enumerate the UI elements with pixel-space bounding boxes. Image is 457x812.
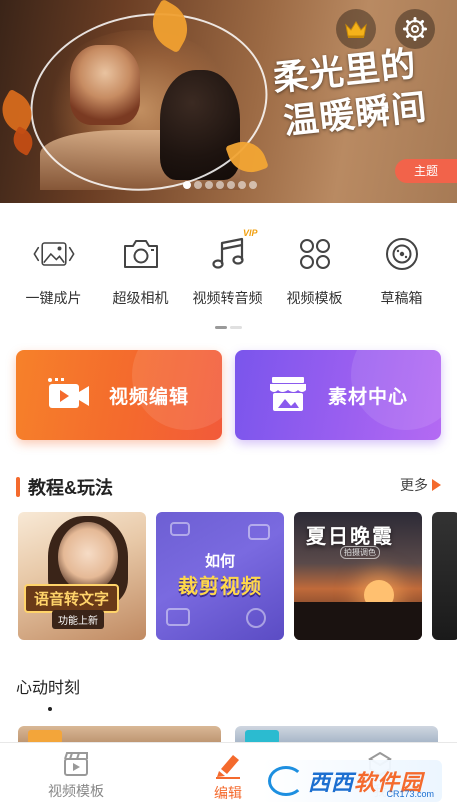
crown-icon <box>345 21 367 38</box>
clapperboard-icon <box>64 752 88 776</box>
app-screen: 柔光里的 温暖瞬间 主题 一键成片 超级相机 VIP 视频转音频 视频模板 草稿… <box>0 0 457 812</box>
tool-label: 一键成片 <box>25 290 82 306</box>
watermark-brand-a: 西西 <box>308 770 355 795</box>
vip-badge: VIP <box>242 228 258 238</box>
tutorials-title: 教程&玩法 <box>28 478 113 498</box>
tutorial-carousel[interactable]: 语音转文字 功能上新 如何 裁剪视频 夏日晚霞 拍摄调色 <box>18 512 457 640</box>
store-icon <box>265 372 311 418</box>
tutorial-tile-crop-video[interactable]: 如何 裁剪视频 <box>156 512 284 640</box>
doodle-decoration <box>170 522 190 536</box>
tool-label: 草稿箱 <box>380 290 423 306</box>
tutorial-tile-summer-sunset[interactable]: 夏日晚霞 拍摄调色 <box>294 512 422 640</box>
tools-pager-dot <box>215 326 227 329</box>
tool-label: 视频转音频 <box>192 290 263 306</box>
tool-label: 超级相机 <box>112 290 169 306</box>
moments-title: 心动时刻 <box>16 680 81 697</box>
tile-subtitle: 拍摄调色 <box>340 546 380 559</box>
banner-pagination <box>183 181 257 189</box>
play-arrow-icon <box>432 479 441 491</box>
material-center-card[interactable]: 素材中心 <box>235 350 441 440</box>
one-click-film-icon <box>32 232 76 276</box>
nav-video-template[interactable]: 视频模板 <box>0 743 152 812</box>
banner-dot[interactable] <box>249 181 257 189</box>
card-decoration <box>132 350 222 430</box>
quick-tools-row: 一键成片 超级相机 VIP 视频转音频 视频模板 草稿箱 <box>0 228 457 322</box>
nav-label: 编辑 <box>214 785 242 801</box>
tools-pager-dot <box>230 326 242 329</box>
video-camera-icon <box>46 372 92 418</box>
vip-crown-button[interactable] <box>336 9 376 49</box>
camera-icon <box>119 232 163 276</box>
moments-indicator <box>48 707 52 711</box>
watermark-url: CR173.com <box>386 789 434 799</box>
gear-icon <box>403 17 427 41</box>
tutorial-tile-speech-to-text[interactable]: 语音转文字 功能上新 <box>18 512 146 640</box>
tool-super-camera[interactable]: 超级相机 <box>97 232 184 322</box>
site-watermark: 西西软件园 CR173.com <box>262 760 442 802</box>
tool-video-to-audio[interactable]: VIP 视频转音频 <box>184 228 271 322</box>
banner-dot[interactable] <box>205 181 213 189</box>
banner-dot[interactable] <box>194 181 202 189</box>
nav-label: 视频模板 <box>48 783 104 799</box>
tile-title-line2: 裁剪视频 <box>178 576 262 598</box>
doodle-decoration <box>166 608 190 626</box>
tile-title: 语音转文字 <box>24 584 120 613</box>
music-note-icon: VIP <box>206 228 258 276</box>
tools-pager <box>215 326 242 329</box>
tool-label: 视频模板 <box>286 290 343 306</box>
tutorials-header: 教程&玩法 更多 <box>16 474 441 500</box>
edit-pen-icon <box>216 755 240 779</box>
tile-title-line1: 如何 <box>204 553 235 570</box>
banner-dot[interactable] <box>227 181 235 189</box>
banner-dot[interactable] <box>238 181 246 189</box>
settings-button[interactable] <box>395 9 435 49</box>
banner-title: 柔光里的 温暖瞬间 <box>271 39 457 145</box>
tile-photo-ground <box>294 602 422 640</box>
video-edit-card[interactable]: 视频编辑 <box>16 350 222 440</box>
theme-tag-button[interactable]: 主题 <box>395 159 457 183</box>
more-button[interactable]: 更多 <box>400 475 441 495</box>
hero-banner[interactable]: 柔光里的 温暖瞬间 主题 <box>0 0 457 203</box>
tutorial-tile-partial[interactable] <box>432 512 457 640</box>
tile-title: 夏日晚霞 <box>306 526 394 548</box>
section-accent-bar <box>16 477 20 497</box>
card-decoration <box>351 350 441 430</box>
banner-dot[interactable] <box>183 181 191 189</box>
draft-disc-icon <box>380 232 424 276</box>
tile-photo-face <box>58 522 118 592</box>
doodle-decoration <box>246 608 266 628</box>
tool-video-template[interactable]: 视频模板 <box>271 232 358 322</box>
tile-subtitle: 功能上新 <box>52 610 104 629</box>
watermark-logo-icon <box>268 766 304 796</box>
doodle-decoration <box>248 524 270 540</box>
tool-one-click-film[interactable]: 一键成片 <box>10 232 97 322</box>
banner-dot[interactable] <box>216 181 224 189</box>
more-label: 更多 <box>400 477 428 493</box>
template-grid-icon <box>293 232 337 276</box>
tool-drafts[interactable]: 草稿箱 <box>358 232 445 322</box>
